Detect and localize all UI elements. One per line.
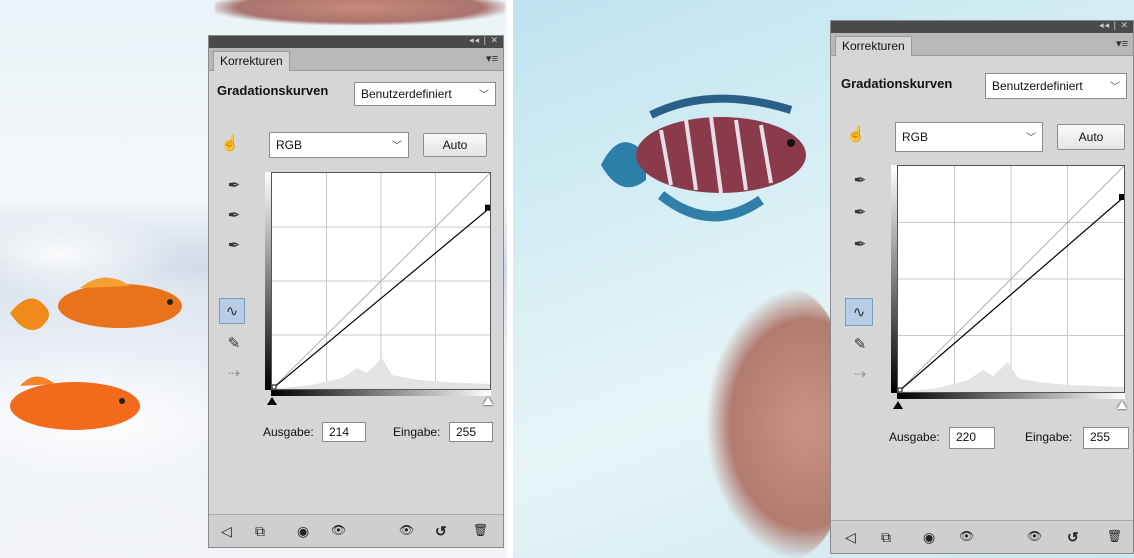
output-label: Ausgabe: — [263, 425, 314, 439]
curve-svg[interactable] — [272, 173, 490, 389]
auto-button[interactable]: Auto — [423, 133, 487, 157]
gray-eyedropper-icon[interactable]: ✒ — [849, 201, 871, 223]
black-eyedropper-icon[interactable]: ✒ — [223, 174, 245, 196]
curve-start-point[interactable] — [272, 384, 277, 389]
panel-menu-icon[interactable]: ▾≡ — [1116, 37, 1128, 50]
chevron-down-icon: ﹀ — [1026, 132, 1036, 144]
smooth-curve-icon[interactable]: ⇢ — [223, 362, 245, 384]
back-arrow-icon[interactable]: ◁ — [221, 523, 232, 540]
visibility-eye-icon[interactable]: 👁 — [331, 523, 346, 537]
lionfish-image — [601, 94, 806, 222]
channel-dropdown[interactable]: RGB ﹀ — [269, 132, 409, 158]
preset-dropdown[interactable]: Benutzerdefiniert ﹀ — [354, 82, 496, 106]
preset-dropdown[interactable]: Benutzerdefiniert ﹀ — [985, 73, 1127, 99]
tree-foliage-right — [708, 290, 848, 558]
trash-icon[interactable]: 🗑 — [473, 523, 488, 537]
white-eyedropper-icon[interactable]: ✒ — [849, 233, 871, 255]
gray-eyedropper-icon[interactable]: ✒ — [223, 204, 245, 226]
white-eyedropper-icon[interactable]: ✒ — [223, 234, 245, 256]
view-previous-state-icon[interactable]: ◉ — [297, 523, 309, 540]
goldfish-image — [10, 277, 182, 331]
histogram — [272, 358, 490, 389]
channel-value: RGB — [902, 130, 929, 144]
pencil-tool-icon[interactable]: ✎ — [223, 332, 245, 354]
tab-korrekturen[interactable]: Korrekturen — [835, 36, 912, 56]
preset-value: Benutzerdefiniert — [361, 87, 452, 101]
curve-svg[interactable] — [898, 166, 1124, 392]
panel-tab-row: Korrekturen ▾≡ — [831, 33, 1133, 56]
chevron-down-icon: ﹀ — [392, 140, 402, 152]
curves-graph[interactable] — [897, 165, 1125, 393]
panel-title: Gradationskurven — [841, 76, 953, 91]
smooth-curve-icon[interactable]: ⇢ — [849, 363, 871, 385]
visibility-eye-icon[interactable]: 👁 — [959, 529, 974, 543]
input-gradient-bar — [897, 393, 1125, 399]
curve-end-point[interactable] — [1119, 194, 1124, 200]
panel-tab-row: Korrekturen ▾≡ — [209, 48, 503, 71]
on-image-adjust-icon[interactable]: ☝ — [219, 132, 241, 154]
goldfish-image-2 — [10, 376, 140, 430]
view-previous-eye-icon[interactable]: 👁 — [399, 523, 414, 537]
input-input[interactable]: 255 — [449, 422, 493, 442]
input-gradient-bar — [271, 390, 491, 396]
tab-korrekturen[interactable]: Korrekturen — [213, 51, 290, 71]
panel-window-controls[interactable]: ◂◂ | ✕ — [1099, 20, 1129, 31]
white-point-slider[interactable] — [483, 397, 493, 405]
on-image-adjust-icon[interactable]: ☝ — [845, 123, 867, 145]
panel-menu-icon[interactable]: ▾≡ — [486, 52, 498, 65]
black-eyedropper-icon[interactable]: ✒ — [849, 169, 871, 191]
pencil-tool-icon[interactable]: ✎ — [849, 333, 871, 355]
channel-dropdown[interactable]: RGB ﹀ — [895, 122, 1043, 152]
reset-icon[interactable]: ↺ — [435, 523, 447, 540]
reset-icon[interactable]: ↺ — [1067, 529, 1079, 546]
panel-footer: ◁ ⧉ ◉ 👁 👁 ↺ 🗑 — [209, 514, 503, 547]
curve-start-point[interactable] — [898, 387, 903, 392]
panel-footer: ◁ ⧉ ◉ 👁 👁 ↺ 🗑 — [831, 520, 1133, 553]
trash-icon[interactable]: 🗑 — [1107, 529, 1122, 543]
input-label: Eingabe: — [393, 425, 441, 439]
output-input[interactable]: 214 — [322, 422, 366, 442]
panel-window-controls[interactable]: ◂◂ | ✕ — [469, 35, 499, 46]
curve-end-point[interactable] — [485, 204, 490, 211]
view-previous-state-icon[interactable]: ◉ — [923, 529, 935, 546]
black-point-slider[interactable] — [267, 397, 277, 405]
view-previous-eye-icon[interactable]: 👁 — [1027, 529, 1042, 543]
input-input[interactable]: 255 — [1083, 427, 1129, 449]
tree-foliage — [215, 0, 505, 25]
chevron-down-icon: ﹀ — [1110, 81, 1120, 93]
preset-value: Benutzerdefiniert — [992, 79, 1083, 93]
input-label: Eingabe: — [1025, 430, 1073, 444]
white-point-slider[interactable] — [1117, 401, 1127, 409]
curve-point-tool-icon[interactable]: ∿ — [219, 298, 245, 324]
output-label: Ausgabe: — [889, 430, 940, 444]
back-arrow-icon[interactable]: ◁ — [845, 529, 856, 546]
panel-titlebar: ◂◂ | ✕ — [209, 35, 503, 48]
channel-value: RGB — [276, 138, 303, 152]
chevron-down-icon: ﹀ — [479, 89, 489, 101]
panel-titlebar: ◂◂ | ✕ — [831, 20, 1133, 33]
auto-button[interactable]: Auto — [1057, 124, 1125, 150]
panel-title: Gradationskurven — [217, 83, 329, 98]
clip-to-layer-icon[interactable]: ⧉ — [881, 529, 891, 546]
black-point-slider[interactable] — [893, 401, 903, 409]
curves-graph[interactable] — [271, 172, 491, 390]
adjustments-panel-left: ◂◂ | ✕ Korrekturen ▾≡ Gradationskurven B… — [208, 35, 504, 548]
clip-to-layer-icon[interactable]: ⧉ — [255, 523, 265, 540]
output-input[interactable]: 220 — [949, 427, 995, 449]
adjustments-panel-right: ◂◂ | ✕ Korrekturen ▾≡ Gradationskurven B… — [830, 20, 1134, 554]
curve-point-tool-icon[interactable]: ∿ — [845, 298, 873, 326]
